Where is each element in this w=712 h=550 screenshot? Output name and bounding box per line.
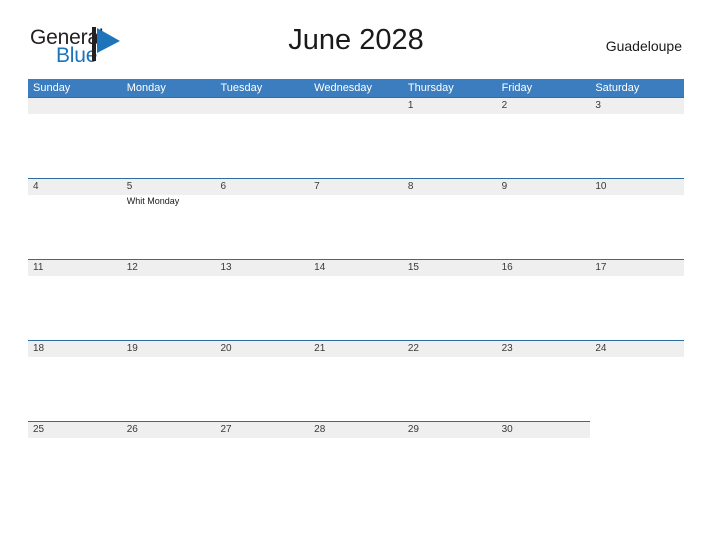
page-header: General Blue June 2028 Guadeloupe	[0, 0, 712, 67]
weekday-header-thursday: Thursday	[407, 82, 454, 94]
day-number-band	[496, 97, 591, 114]
calendar-day-cell[interactable]: 27	[215, 421, 310, 502]
calendar-day-cell-empty	[28, 97, 122, 178]
weekday-header-wednesday: Wednesday	[314, 82, 373, 94]
calendar-day-cell[interactable]: 14	[309, 259, 403, 340]
calendar-day-cell[interactable]: 22	[402, 340, 497, 421]
calendar-day-cell[interactable]: 6	[215, 178, 310, 259]
day-number: 30	[501, 424, 513, 435]
calendar-day-cell[interactable]: 19	[121, 340, 216, 421]
calendar-day-cell-empty	[121, 97, 216, 178]
calendar-day-cell[interactable]: 1	[402, 97, 497, 178]
region-label: Guadeloupe	[605, 38, 682, 54]
day-number: 12	[126, 262, 138, 273]
weekday-header-tuesday: Tuesday	[220, 82, 263, 94]
day-number: 22	[407, 343, 419, 354]
calendar-day-cell[interactable]: 18	[28, 340, 122, 421]
calendar-day-cell[interactable]: 8	[402, 178, 497, 259]
weekday-header-monday: Monday	[126, 82, 166, 94]
weekday-header-row: Sunday Monday Tuesday Wednesday Thursday…	[28, 79, 684, 97]
day-number: 29	[407, 424, 419, 435]
day-number: 17	[595, 262, 607, 273]
calendar-week-row: 4 5 Whit Monday 6 7 8 9 10	[28, 178, 685, 259]
day-number-band	[590, 421, 684, 437]
day-number: 13	[220, 262, 232, 273]
day-number: 2	[501, 100, 508, 111]
calendar-page: General Blue June 2028 Guadeloupe Sunday…	[0, 0, 712, 550]
weekday-header-sunday: Sunday	[33, 82, 71, 94]
day-number: 18	[33, 343, 45, 354]
day-number: 19	[126, 343, 138, 354]
calendar-day-cell[interactable]: 30	[496, 421, 591, 502]
day-number: 20	[220, 343, 232, 354]
day-events: Whit Monday	[127, 195, 213, 208]
day-number-band	[121, 178, 216, 195]
day-number: 8	[407, 181, 414, 192]
day-number-band	[215, 97, 310, 114]
day-number: 25	[33, 424, 45, 435]
day-number: 7	[314, 181, 320, 192]
calendar-day-cell[interactable]: 10	[590, 178, 685, 259]
calendar-day-cell[interactable]: 4	[28, 178, 122, 259]
calendar-day-cell[interactable]: 15	[402, 259, 497, 340]
calendar-day-cell[interactable]: 28	[309, 421, 403, 502]
calendar-day-cell[interactable]: 13	[215, 259, 310, 340]
day-number-band	[28, 97, 122, 114]
day-number-band	[215, 178, 310, 195]
calendar-day-cell[interactable]: 24	[590, 340, 685, 421]
day-number: 5	[126, 181, 133, 192]
calendar-day-cell-empty	[309, 97, 403, 178]
calendar-day-cell[interactable]: 16	[496, 259, 591, 340]
day-number-band	[402, 97, 497, 114]
day-number: 28	[314, 424, 326, 435]
calendar-day-cell[interactable]: 5 Whit Monday	[121, 178, 216, 259]
calendar-day-cell[interactable]: 20	[215, 340, 310, 421]
day-number-band	[590, 97, 685, 114]
calendar-day-cell[interactable]: 2	[496, 97, 591, 178]
day-number: 27	[220, 424, 232, 435]
day-number-band	[496, 178, 591, 195]
calendar-day-cell[interactable]: 26	[121, 421, 216, 502]
calendar-week-row: 1 2 3	[28, 97, 685, 178]
calendar-day-cell[interactable]: 12	[121, 259, 216, 340]
weekday-header-friday: Friday	[501, 82, 533, 94]
calendar-week-row: 18 19 20 21 22 23 24	[28, 340, 685, 421]
day-number: 26	[126, 424, 138, 435]
day-number: 9	[501, 181, 508, 192]
day-number: 6	[220, 181, 226, 192]
weekday-header-saturday: Saturday	[595, 82, 640, 94]
day-number: 4	[33, 181, 39, 192]
day-number: 23	[501, 343, 513, 354]
calendar-grid: Sunday Monday Tuesday Wednesday Thursday…	[28, 79, 685, 502]
day-number: 3	[595, 100, 601, 111]
day-number-band	[402, 178, 497, 195]
calendar-day-cell[interactable]: 17	[590, 259, 685, 340]
calendar-day-cell-empty	[590, 421, 684, 502]
day-number: 16	[501, 262, 513, 273]
calendar-day-cell[interactable]: 21	[309, 340, 403, 421]
calendar-day-cell[interactable]: 25	[28, 421, 122, 502]
calendar-week-row: 25 26 27 28 29 30	[28, 421, 684, 502]
calendar-day-cell[interactable]: 9	[496, 178, 591, 259]
day-number: 21	[314, 343, 326, 354]
day-number-band	[309, 178, 403, 195]
day-number: 15	[407, 262, 419, 273]
calendar-day-cell[interactable]: 3	[590, 97, 685, 178]
day-number-band	[121, 97, 216, 114]
calendar-week-row: 11 12 13 14 15 16 17	[28, 259, 685, 340]
day-number: 10	[595, 181, 607, 192]
day-number: 24	[595, 343, 607, 354]
calendar-day-cell[interactable]: 29	[402, 421, 497, 502]
calendar-week-rows: 1 2 3 4 5 Whit Monday 6 7 8 9 10 11 12 13 14 15 16 17 18 19…	[28, 97, 685, 502]
day-number-band	[28, 178, 122, 195]
day-number-band	[309, 97, 403, 114]
calendar-day-cell[interactable]: 11	[28, 259, 122, 340]
day-number: 11	[33, 262, 44, 273]
day-number: 1	[407, 100, 414, 111]
calendar-day-cell[interactable]: 23	[496, 340, 591, 421]
day-number: 14	[314, 262, 326, 273]
calendar-day-cell-empty	[215, 97, 310, 178]
calendar-day-cell[interactable]: 7	[309, 178, 403, 259]
holiday-label: Whit Monday	[126, 196, 180, 206]
